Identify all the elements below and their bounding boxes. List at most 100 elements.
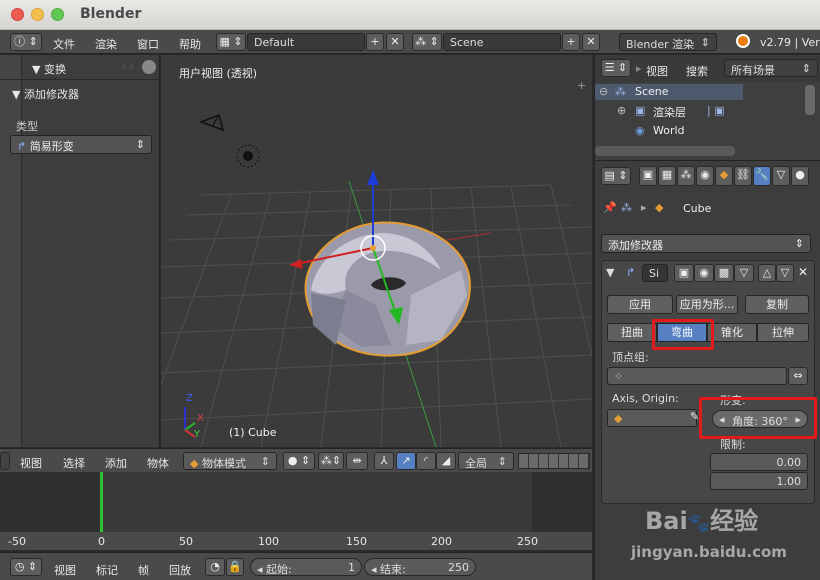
apply-as-shape-button[interactable]: 应用为形...: [676, 295, 738, 314]
horizontal-scrollbar[interactable]: [595, 146, 735, 156]
pivot-point-icon[interactable]: ⁂⇕: [318, 452, 344, 470]
outliner-menu-search[interactable]: 搜索: [686, 63, 708, 79]
lock-icon[interactable]: 🔒: [226, 558, 244, 576]
tree-row-scene[interactable]: ⊖ ⁂ Scene: [595, 84, 743, 100]
lamp-icon[interactable]: [236, 144, 260, 168]
interaction-mode-dropdown[interactable]: ◆ 物体模式 ⇕: [183, 452, 277, 470]
add-modifier-dropdown[interactable]: 添加修改器 ⇕: [601, 234, 811, 253]
z-arrow-icon[interactable]: [367, 170, 379, 185]
apply-button[interactable]: 应用: [607, 295, 673, 314]
pin-icon[interactable]: 📌: [603, 201, 617, 214]
decrement-arrow-icon[interactable]: ◂: [257, 563, 263, 575]
tree-world-label[interactable]: World: [653, 124, 685, 137]
add-region-icon[interactable]: +: [577, 79, 586, 92]
scene-tab-icon[interactable]: ⁂: [677, 166, 695, 186]
decrement-arrow-icon[interactable]: ◂: [371, 563, 377, 575]
tl-menu-view[interactable]: 视图: [54, 562, 76, 578]
remove-modifier-close-icon[interactable]: ✕: [798, 265, 808, 279]
outliner-filter-dropdown[interactable]: 所有场景 ⇕: [724, 59, 818, 77]
viewport-visibility-icon[interactable]: ◉: [694, 264, 714, 282]
world-tab-icon[interactable]: ◉: [696, 166, 714, 186]
collapse-icon[interactable]: ⊖: [599, 85, 608, 98]
vp-menu-add[interactable]: 添加: [105, 455, 127, 471]
render-visibility-icon[interactable]: ▣: [674, 264, 694, 282]
render-engine-dropdown[interactable]: Blender 渲染 ⇕: [619, 33, 717, 51]
viewport-shading-icon[interactable]: ● ⇕: [283, 452, 315, 470]
timeline-area[interactable]: [0, 472, 592, 532]
rotate-manipulator-icon[interactable]: ◜: [416, 452, 436, 470]
transform-orientation-dropdown[interactable]: 全局 ⇕: [458, 452, 514, 470]
scene-field[interactable]: Scene: [443, 33, 561, 51]
editor-type-info-icon[interactable]: ⓘ ⇕: [10, 33, 42, 51]
constraints-tab-icon[interactable]: ⛓: [734, 166, 752, 186]
current-frame-indicator[interactable]: [100, 472, 103, 532]
end-frame-field[interactable]: ◂ 结束: 250: [364, 558, 476, 576]
maximize-window-button[interactable]: [51, 8, 64, 21]
mode-taper-button[interactable]: 锥化: [707, 323, 757, 342]
screen-layout-icon[interactable]: ▦ ⇕: [216, 33, 246, 51]
vp-menu-view[interactable]: 视图: [20, 455, 42, 471]
limit-min-field[interactable]: 0.00: [710, 453, 808, 471]
remove-scene-icon[interactable]: ✕: [582, 33, 600, 51]
menu-help[interactable]: 帮助: [179, 36, 201, 52]
modifiers-tab-wrench-icon[interactable]: 🔧: [753, 166, 771, 186]
origin-object-field[interactable]: ◆: [607, 409, 697, 427]
properties-editor-icon[interactable]: ▤ ⇕: [601, 167, 631, 185]
camera-icon[interactable]: [198, 113, 225, 132]
tree-renderlayer-label[interactable]: 渲染层: [653, 104, 686, 120]
material-tab-icon[interactable]: ●: [791, 166, 809, 186]
limit-max-field[interactable]: 1.00: [710, 472, 808, 490]
eyedropper-icon[interactable]: ✎: [690, 410, 699, 423]
invert-vertex-group-icon[interactable]: ⇔: [788, 367, 808, 385]
vertical-scrollbar[interactable]: [805, 85, 815, 115]
drag-handle-icon[interactable]: ⁘⁘: [120, 63, 135, 73]
menu-file[interactable]: 文件: [53, 36, 75, 52]
tl-menu-playback[interactable]: 回放: [169, 562, 191, 578]
tl-menu-marker[interactable]: 标记: [96, 562, 118, 578]
menu-window[interactable]: 窗口: [137, 36, 159, 52]
copy-button[interactable]: 复制: [745, 295, 809, 314]
transform-panel-header[interactable]: ▼ 变换: [32, 61, 66, 77]
vp-menu-object[interactable]: 物体: [147, 455, 169, 471]
timeline-editor-icon[interactable]: ◷ ⇕: [10, 558, 42, 576]
collapse-menu-icon[interactable]: ▸: [636, 62, 642, 75]
add-modifier-panel-header[interactable]: ▼ 添加修改器: [12, 86, 79, 102]
vp-menu-select[interactable]: 选择: [63, 455, 85, 471]
mode-stretch-button[interactable]: 拉伸: [757, 323, 809, 342]
vertex-group-field[interactable]: ⁘: [607, 367, 787, 385]
proportional-edit-icon[interactable]: ⇹: [346, 452, 368, 470]
object-tab-icon[interactable]: ◆: [715, 166, 733, 186]
tl-menu-frame[interactable]: 帧: [138, 562, 149, 578]
start-frame-field[interactable]: ◂ 起始: 1: [250, 558, 362, 576]
collapse-modifier-icon[interactable]: ▼: [606, 266, 614, 279]
render-layers-tab-icon[interactable]: ▦: [658, 166, 676, 186]
panel-toggle-icon[interactable]: [142, 60, 156, 74]
mode-twist-button[interactable]: 扭曲: [607, 323, 657, 342]
menu-render[interactable]: 渲染: [95, 36, 117, 52]
scene-icon[interactable]: ⁂ ⇕: [412, 33, 442, 51]
manipulator-toggle-icon[interactable]: ⅄: [374, 452, 394, 470]
move-down-icon[interactable]: ▽: [776, 264, 794, 282]
outliner-editor-icon[interactable]: ☰ ⇕: [601, 59, 631, 77]
editmode-visibility-icon[interactable]: ▩: [714, 264, 734, 282]
modifier-type-dropdown[interactable]: ↱ 简易形变 ⇕: [10, 135, 152, 154]
3d-viewport[interactable]: 用户视图 (透视) Z Y X (1) Cube +: [161, 55, 592, 447]
expand-icon[interactable]: ⊕: [617, 104, 626, 117]
render-tab-icon[interactable]: ▣: [639, 166, 657, 186]
move-up-icon[interactable]: △: [758, 264, 776, 282]
preview-range-icon[interactable]: ◔: [205, 558, 225, 576]
editor-type-icon[interactable]: [0, 452, 10, 470]
layer-buttons-grid[interactable]: [518, 453, 590, 469]
viewport-scene[interactable]: Z Y X: [161, 55, 592, 447]
tool-shelf-tabs[interactable]: [0, 55, 22, 447]
on-cage-icon[interactable]: ▽: [734, 264, 754, 282]
add-screen-icon[interactable]: +: [366, 33, 384, 51]
screen-layout-field[interactable]: Default: [247, 33, 365, 51]
data-tab-icon[interactable]: ▽: [772, 166, 790, 186]
minimize-window-button[interactable]: [31, 8, 44, 21]
outliner-menu-view[interactable]: 视图: [646, 63, 668, 79]
render-layer-visibility-icon[interactable]: | ▣: [707, 104, 725, 117]
translate-manipulator-icon[interactable]: ↗: [396, 452, 416, 470]
modifier-name-field[interactable]: Si: [642, 264, 668, 282]
add-scene-icon[interactable]: +: [562, 33, 580, 51]
